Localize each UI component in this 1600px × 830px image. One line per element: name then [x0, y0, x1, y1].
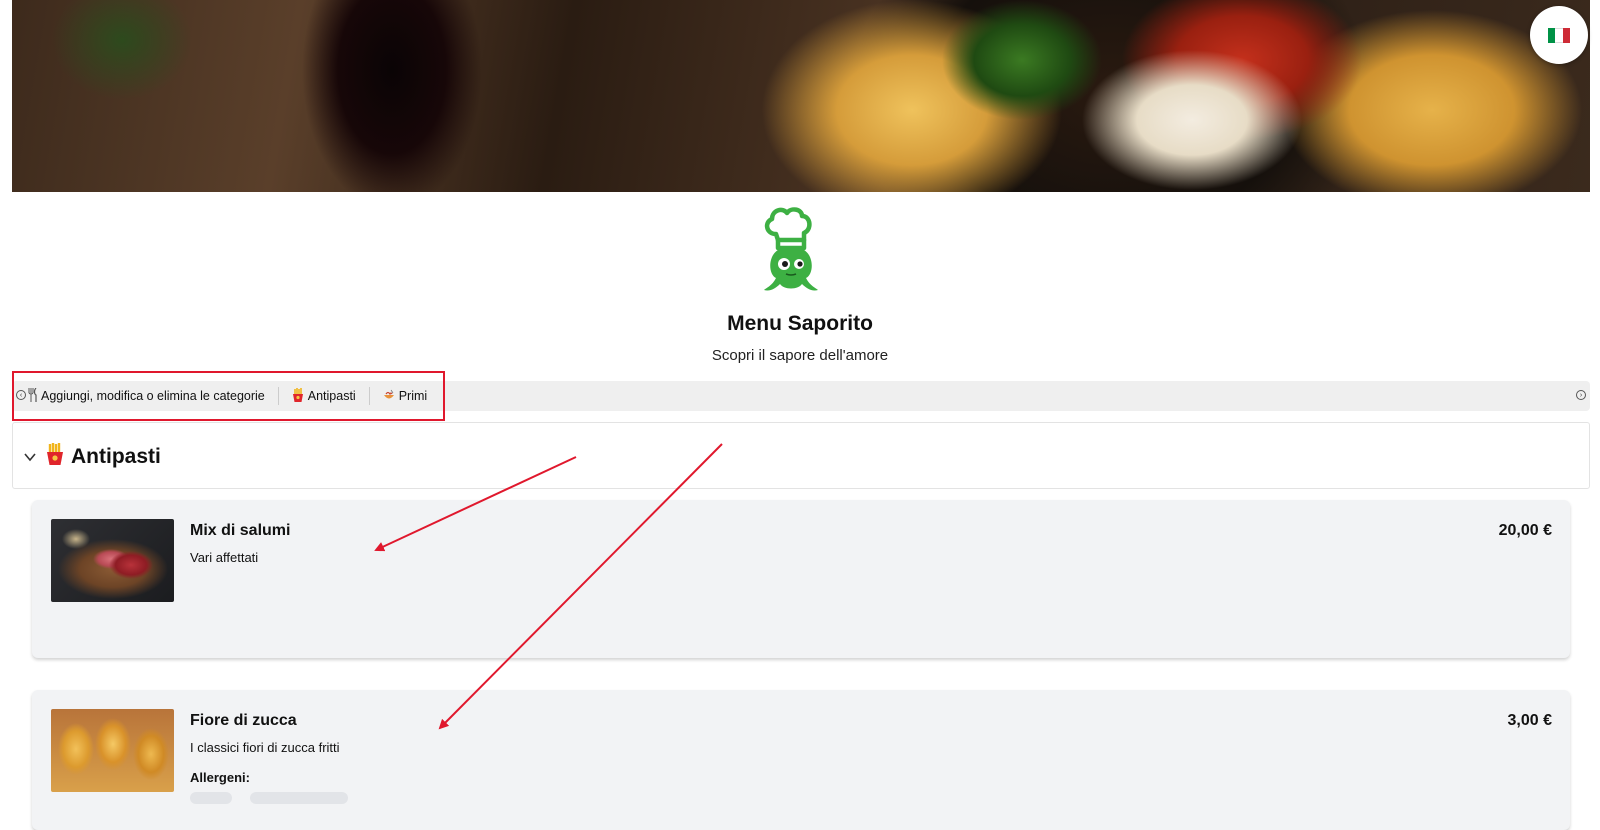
language-switch-button[interactable] — [1530, 6, 1588, 64]
restaurant-subtitle: Scopri il sapore dell'amore — [711, 347, 889, 364]
restaurant-title: Menu Saporito — [727, 312, 873, 335]
fries-icon — [45, 443, 65, 471]
section-title: Antipasti — [45, 443, 161, 471]
hero-banner-image — [12, 0, 1590, 192]
highlight-box — [12, 371, 445, 421]
dish-name: Fiore di zucca — [190, 712, 297, 729]
dish-card[interactable]: Mix di salumi Vari affettati 20,00 € — [32, 500, 1570, 658]
dish-card[interactable]: Fiore di zucca I classici fiori di zucca… — [32, 690, 1570, 830]
allergen-chip — [250, 792, 348, 804]
dish-price: 20,00 € — [1498, 522, 1552, 539]
chevron-down-icon[interactable] — [23, 451, 37, 463]
italy-flag-icon — [1548, 27, 1570, 43]
dish-price: 3,00 € — [1507, 712, 1552, 729]
section-title-text: Antipasti — [71, 445, 161, 468]
chef-octopus-logo-icon — [764, 207, 818, 291]
allergens-label: Allergeni: — [190, 770, 250, 785]
dish-description: I classici fiori di zucca fritti — [190, 740, 340, 755]
scroll-right-icon[interactable]: › — [1576, 390, 1586, 400]
dish-description: Vari affettati — [190, 550, 259, 565]
dish-name: Mix di salumi — [190, 522, 291, 539]
dish-image — [51, 709, 174, 792]
section-header-antipasti[interactable]: Antipasti — [12, 422, 1590, 489]
allergen-chip — [190, 792, 232, 804]
dish-image — [51, 519, 174, 602]
